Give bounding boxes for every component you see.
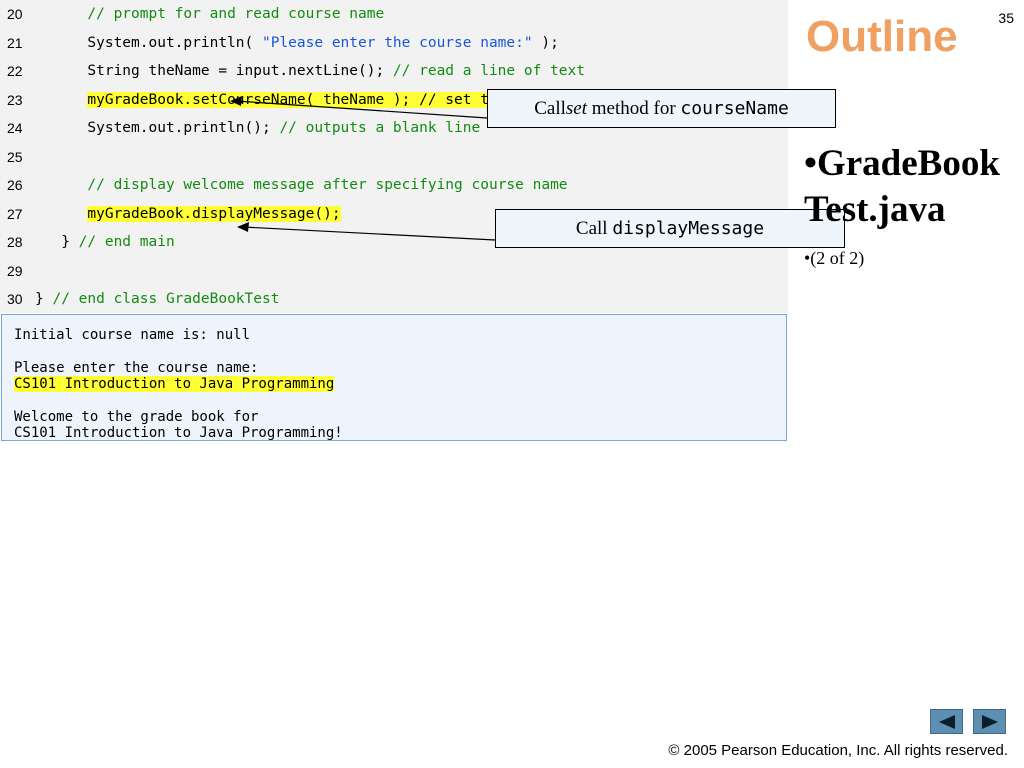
callout-set-prefix: Call — [534, 97, 566, 119]
line-number: 21 — [7, 34, 23, 51]
line-number: 25 — [7, 148, 23, 165]
line-number: 27 — [7, 205, 23, 222]
output-line: Please enter the course name: — [14, 360, 258, 376]
line-number: 29 — [7, 262, 23, 279]
output-line: CS101 Introduction to Java Programming — [14, 375, 335, 392]
right-triangle-icon — [981, 714, 998, 729]
code-token: String theName = input.nextLine(); — [35, 63, 393, 79]
code-token: ); — [532, 34, 559, 51]
line-number: 23 — [7, 91, 23, 108]
page-count-bullet: •(2 of 2) — [804, 248, 865, 268]
line-number: 30 — [7, 291, 23, 307]
copyright-notice: © 2005 Pearson Education, Inc. All right… — [668, 742, 1008, 759]
line-number: 28 — [7, 234, 23, 250]
code-comment: // read a line of text — [392, 63, 585, 79]
output-text: Welcome to the grade book for — [14, 408, 259, 425]
code-comment: // end class GradeBookTest — [52, 291, 280, 307]
code-listing-panel: 20 // prompt for and read course name 21 … — [0, 0, 788, 313]
callout-set-code: courseName — [680, 98, 789, 119]
code-string: "Please enter the course name:" — [261, 34, 533, 51]
callout-set-middle: method for — [587, 97, 681, 119]
slide-number: 35 — [998, 10, 1014, 26]
output-text: CS101 Introduction to Java Programming! — [14, 424, 343, 441]
callout-display-code: displayMessage — [612, 218, 765, 239]
code-text: } // end class GradeBookTest — [35, 288, 279, 310]
line-number: 20 — [7, 6, 23, 22]
code-comment: // prompt for and read course name — [87, 6, 385, 22]
line-number: 26 — [7, 177, 23, 193]
code-token: } — [35, 291, 53, 307]
file-name-bullet: •GradeBookTest.java — [804, 143, 1000, 230]
code-comment: // end main — [78, 234, 175, 250]
output-line: Initial course name is: null — [14, 327, 250, 343]
code-token: } — [35, 234, 79, 250]
code-token: System.out.println(); — [35, 120, 280, 136]
code-text: myGradeBook.displayMessage(); — [35, 203, 341, 225]
left-triangle-icon — [938, 714, 955, 729]
code-text: String theName = input.nextLine(); // re… — [35, 60, 585, 82]
code-highlight: myGradeBook.displayMessage(); — [87, 205, 341, 222]
code-comment: // display welcome message after specify… — [87, 177, 568, 193]
callout-display-prefix: Call — [575, 217, 613, 239]
code-comment: // outputs a blank line — [279, 120, 481, 136]
program-output-panel: Initial course name is: null Please enter… — [1, 314, 787, 441]
prev-slide-button[interactable] — [930, 709, 963, 734]
code-text: // display welcome message after specify… — [35, 174, 568, 196]
callout-display-message: Call displayMessage — [495, 209, 845, 248]
code-text: // prompt for and read course name — [35, 3, 384, 25]
next-slide-button[interactable] — [973, 709, 1006, 734]
output-text: Please enter the course name: — [14, 359, 259, 376]
callout-set-italic: set — [565, 97, 587, 119]
code-text: System.out.println(); // outputs a blank… — [35, 117, 480, 139]
code-token: System.out.println( — [35, 34, 262, 51]
output-user-input: CS101 Introduction to Java Programming — [14, 375, 335, 392]
line-number: 22 — [7, 63, 23, 79]
code-text: } // end main — [35, 231, 175, 253]
output-text: Initial course name is: null — [14, 327, 251, 343]
output-line: CS101 Introduction to Java Programming! — [14, 425, 343, 441]
outline-title: Outline — [806, 12, 958, 61]
line-number: 24 — [7, 120, 23, 136]
code-text: System.out.println( "Please enter the co… — [35, 32, 559, 54]
output-line: Welcome to the grade book for — [14, 409, 258, 425]
callout-set-method: Call set method for courseName — [487, 89, 836, 128]
